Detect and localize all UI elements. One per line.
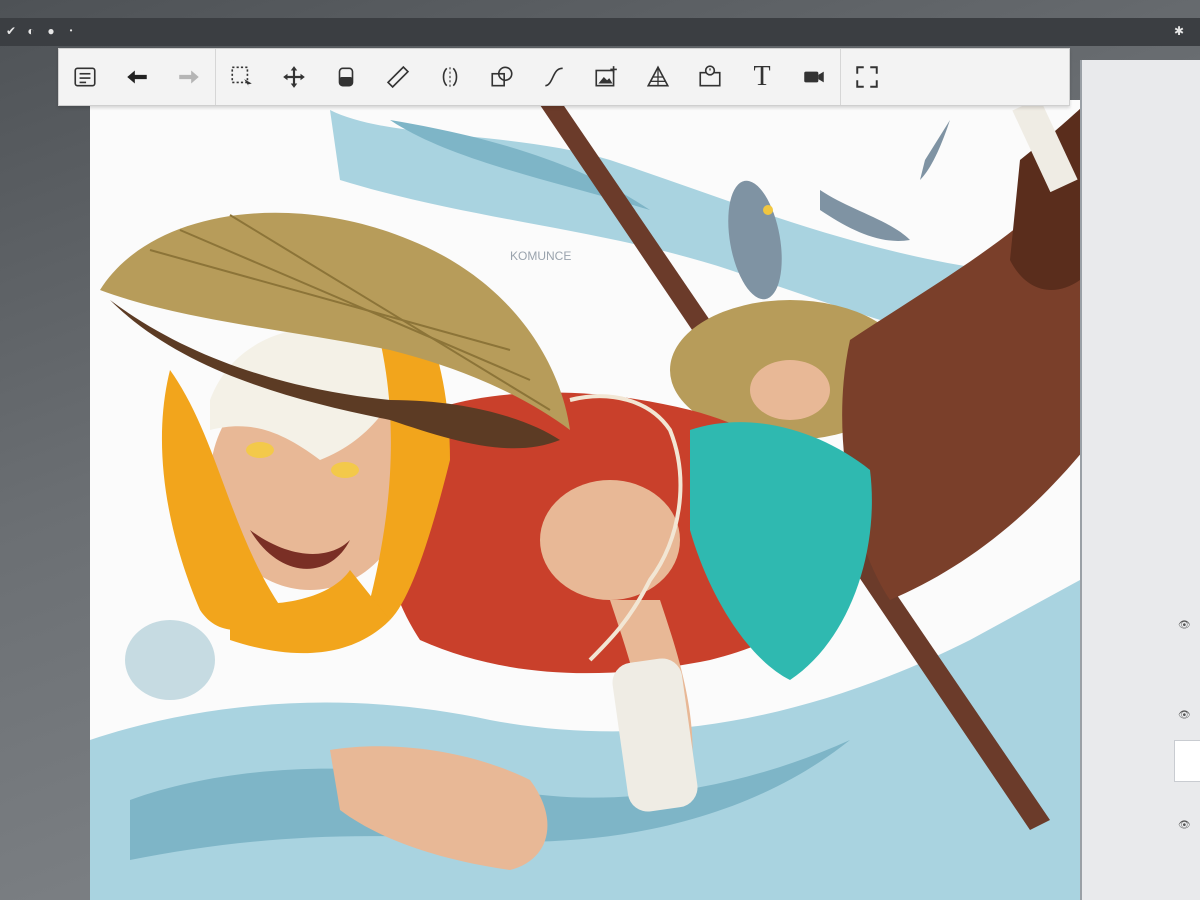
perspective-icon [646, 65, 670, 87]
undo-button[interactable] [111, 49, 163, 105]
drawing-canvas[interactable]: KOMUNCE [90, 100, 1080, 900]
check-icon: ✔ [5, 24, 17, 38]
screen: ✔ ◐ ● • ✱ KOMUNCE T 👁 👁 👁 [0, 0, 1200, 900]
transform-icon [283, 66, 305, 88]
record-icon [804, 71, 824, 83]
toolbar-group-view [841, 49, 893, 105]
redo-icon [179, 70, 199, 84]
text-tool-button[interactable]: T [736, 49, 788, 105]
water-bubble [125, 620, 215, 700]
selection-button[interactable] [216, 49, 268, 105]
curve-button[interactable] [528, 49, 580, 105]
layer-visibility-icon[interactable]: 👁 [1178, 710, 1192, 721]
gamepad-icon: ◐ [27, 24, 35, 38]
redo-button[interactable] [163, 49, 215, 105]
flying-fish [820, 190, 910, 241]
layers-panel: 👁 👁 👁 [1080, 60, 1200, 900]
curve-icon [545, 67, 563, 87]
artist-signature: KOMUNCE [510, 249, 571, 263]
shape-button[interactable] [476, 49, 528, 105]
pinterest-icon: ● [47, 24, 55, 38]
shape-icon [491, 66, 513, 87]
ruler-icon [386, 65, 410, 89]
gallery-icon [74, 67, 96, 87]
small-fish [920, 120, 950, 180]
toolbar-group-tools: T [216, 49, 841, 105]
left-eye [246, 442, 274, 458]
artwork: KOMUNCE [90, 100, 1080, 900]
undo-icon [127, 70, 147, 84]
import-image-icon [595, 66, 617, 87]
status-bar [0, 18, 1200, 46]
symmetry-icon [442, 67, 458, 87]
fill-button[interactable] [320, 49, 372, 105]
import-image-button[interactable] [580, 49, 632, 105]
fullscreen-button[interactable] [841, 49, 893, 105]
right-eye [331, 462, 359, 478]
fish-eye [763, 205, 773, 215]
fullscreen-icon [856, 66, 878, 88]
toolbar-group-history [59, 49, 216, 105]
ruler-button[interactable] [372, 49, 424, 105]
timelapse-button[interactable] [684, 49, 736, 105]
layer-visibility-icon[interactable]: 👁 [1178, 820, 1192, 831]
timelapse-icon [699, 65, 721, 87]
gallery-button[interactable] [59, 49, 111, 105]
selection-icon [231, 66, 252, 88]
transform-button[interactable] [268, 49, 320, 105]
symmetry-button[interactable] [424, 49, 476, 105]
toolbar: T [58, 48, 1070, 106]
holding-hand [750, 360, 830, 420]
perspective-button[interactable] [632, 49, 684, 105]
record-button[interactable] [788, 49, 840, 105]
shoulder [540, 480, 680, 600]
dot-icon: • [69, 26, 73, 35]
text-tool-icon: T [753, 61, 771, 92]
layer-thumbnail[interactable] [1174, 740, 1200, 782]
layer-visibility-icon[interactable]: 👁 [1178, 620, 1192, 631]
fill-icon [338, 67, 354, 87]
bluetooth-icon: ✱ [1173, 24, 1185, 38]
